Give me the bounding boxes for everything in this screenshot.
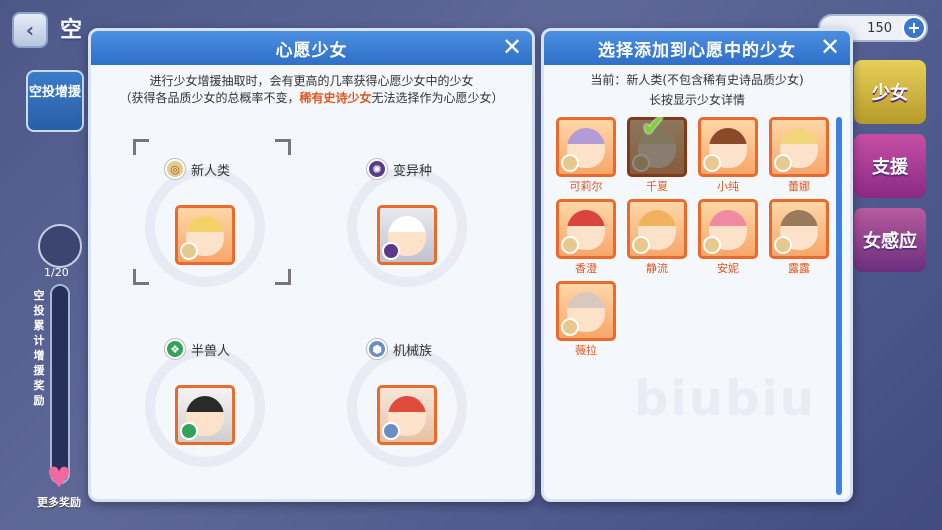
close-icon[interactable]: ✕ [500, 35, 524, 59]
wish-panel-title: 心愿少女 [275, 40, 348, 61]
reward-progress-bar [50, 284, 70, 484]
rare-epic-highlight: 稀有史诗少女 [299, 91, 372, 105]
long-press-hint: 长按显示少女详情 [648, 93, 745, 107]
current-race-filter: 当前：新人类(不包含稀有史诗品质少女) [590, 73, 804, 87]
mech-race-icon: ⬢ [367, 339, 387, 359]
girl-card[interactable] [556, 117, 616, 177]
human-race-icon [561, 236, 579, 254]
close-icon[interactable]: ✕ [818, 35, 842, 59]
currency-value: 150 [867, 20, 892, 36]
desc-line-1: 进行少女增援抽取时，会有更高的几率获得心愿少女中的少女 [149, 74, 474, 88]
girl-name: 香澄 [575, 262, 597, 275]
more-reward-label: 更多奖励 [37, 496, 81, 509]
more-reward-button[interactable]: ♥ 更多奖励 [24, 462, 94, 518]
beast-race-icon: ❖ [165, 339, 185, 359]
girl-cell[interactable]: 静流 [627, 199, 687, 276]
slot-race-label: 新人类 [191, 163, 231, 179]
girl-card[interactable] [698, 117, 758, 177]
girl-cell[interactable]: 可莉尔 [556, 117, 616, 194]
watermark: biubiu [634, 371, 816, 427]
beast-race-icon [180, 422, 198, 440]
select-girl-panel: 选择添加到心愿中的少女 ✕ 当前：新人类(不包含稀有史诗品质少女) 长按显示少女… [541, 28, 853, 502]
selection-corner [275, 139, 291, 155]
girl-cell-selected[interactable]: ✔ 千夏 [627, 109, 687, 194]
mutant-race-icon [382, 242, 400, 260]
human-race-icon [703, 154, 721, 172]
human-race-icon [774, 236, 792, 254]
wish-slot-mutant[interactable]: ✺ 变异种 [327, 159, 487, 309]
wish-slot-mech[interactable]: ⬢ 机械族 [327, 339, 487, 489]
check-icon: ✔ [641, 109, 667, 144]
wish-slot-beast[interactable]: ❖ 半兽人 [125, 339, 285, 489]
girl-card[interactable] [769, 199, 829, 259]
girl-card[interactable] [556, 199, 616, 259]
girl-name: 千夏 [646, 180, 668, 193]
girl-cell[interactable]: 安妮 [698, 199, 758, 276]
reward-counter-icon [38, 224, 82, 268]
wish-panel-header: 心愿少女 ✕ [91, 31, 532, 65]
scrollbar[interactable] [836, 117, 842, 495]
page-title: 空 [60, 18, 83, 43]
human-race-icon [561, 154, 579, 172]
human-race-icon [774, 154, 792, 172]
girl-name: 静流 [646, 262, 668, 275]
wish-girl-card[interactable] [175, 205, 235, 265]
girl-name: 露露 [788, 262, 810, 275]
human-race-icon [703, 236, 721, 254]
reward-progress-label: 空投累计增援奖励 [33, 289, 45, 407]
back-button[interactable]: ‹ [12, 12, 48, 48]
girl-card[interactable] [627, 199, 687, 259]
girl-cell[interactable]: 薇拉 [556, 281, 616, 358]
wish-slot-human[interactable]: ◎ 新人类 [125, 159, 285, 309]
girl-cell[interactable]: 小纯 [698, 117, 758, 194]
girl-name: 薇拉 [575, 344, 597, 357]
human-race-icon [180, 242, 198, 260]
girl-name: 小纯 [717, 180, 739, 193]
heart-icon: ♥ [46, 461, 72, 494]
right-tab-girl[interactable]: 少女 [854, 60, 926, 124]
girl-cell[interactable]: 香澄 [556, 199, 616, 276]
select-panel-header: 选择添加到心愿中的少女 ✕ [544, 31, 850, 65]
wish-girl-card[interactable] [175, 385, 235, 445]
human-race-icon [561, 318, 579, 336]
reward-counter: 1/20 [44, 266, 69, 279]
wish-girl-panel: 心愿少女 ✕ 进行少女增援抽取时，会有更高的几率获得心愿少女中的少女 （获得各品… [88, 28, 535, 502]
right-tab-support[interactable]: 支援 [854, 134, 926, 198]
slot-race-label: 变异种 [393, 163, 433, 179]
human-race-icon: ◎ [165, 159, 185, 179]
airdrop-tab[interactable]: 空投增援 [26, 70, 84, 132]
human-race-icon [632, 154, 650, 172]
desc-line-2: （获得各品质少女的总概率不变，稀有史诗少女无法选择作为心愿少女） [119, 91, 504, 105]
girl-card[interactable] [769, 117, 829, 177]
girl-cell[interactable]: 蕾娜 [769, 117, 829, 194]
add-currency-button[interactable]: + [902, 16, 926, 40]
girl-name: 蕾娜 [788, 180, 810, 193]
girl-card[interactable] [556, 281, 616, 341]
wish-girl-card[interactable] [377, 385, 437, 445]
girl-card[interactable] [698, 199, 758, 259]
mech-race-icon [382, 422, 400, 440]
girl-name: 安妮 [717, 262, 739, 275]
slot-race-label: 机械族 [393, 343, 433, 359]
girl-name: 可莉尔 [569, 180, 603, 193]
slot-race-label: 半兽人 [191, 343, 231, 359]
chevron-left-icon: ‹ [25, 18, 35, 42]
right-tab-sense[interactable]: 女感应 [854, 208, 926, 272]
mutant-race-icon: ✺ [367, 159, 387, 179]
select-panel-title: 选择添加到心愿中的少女 [598, 40, 796, 61]
girl-cell[interactable]: 露露 [769, 199, 829, 276]
wish-girl-card[interactable] [377, 205, 437, 265]
wish-description: 进行少女增援抽取时，会有更高的几率获得心愿少女中的少女 （获得各品质少女的总概率… [91, 73, 532, 107]
human-race-icon [632, 236, 650, 254]
selection-corner [133, 139, 149, 155]
